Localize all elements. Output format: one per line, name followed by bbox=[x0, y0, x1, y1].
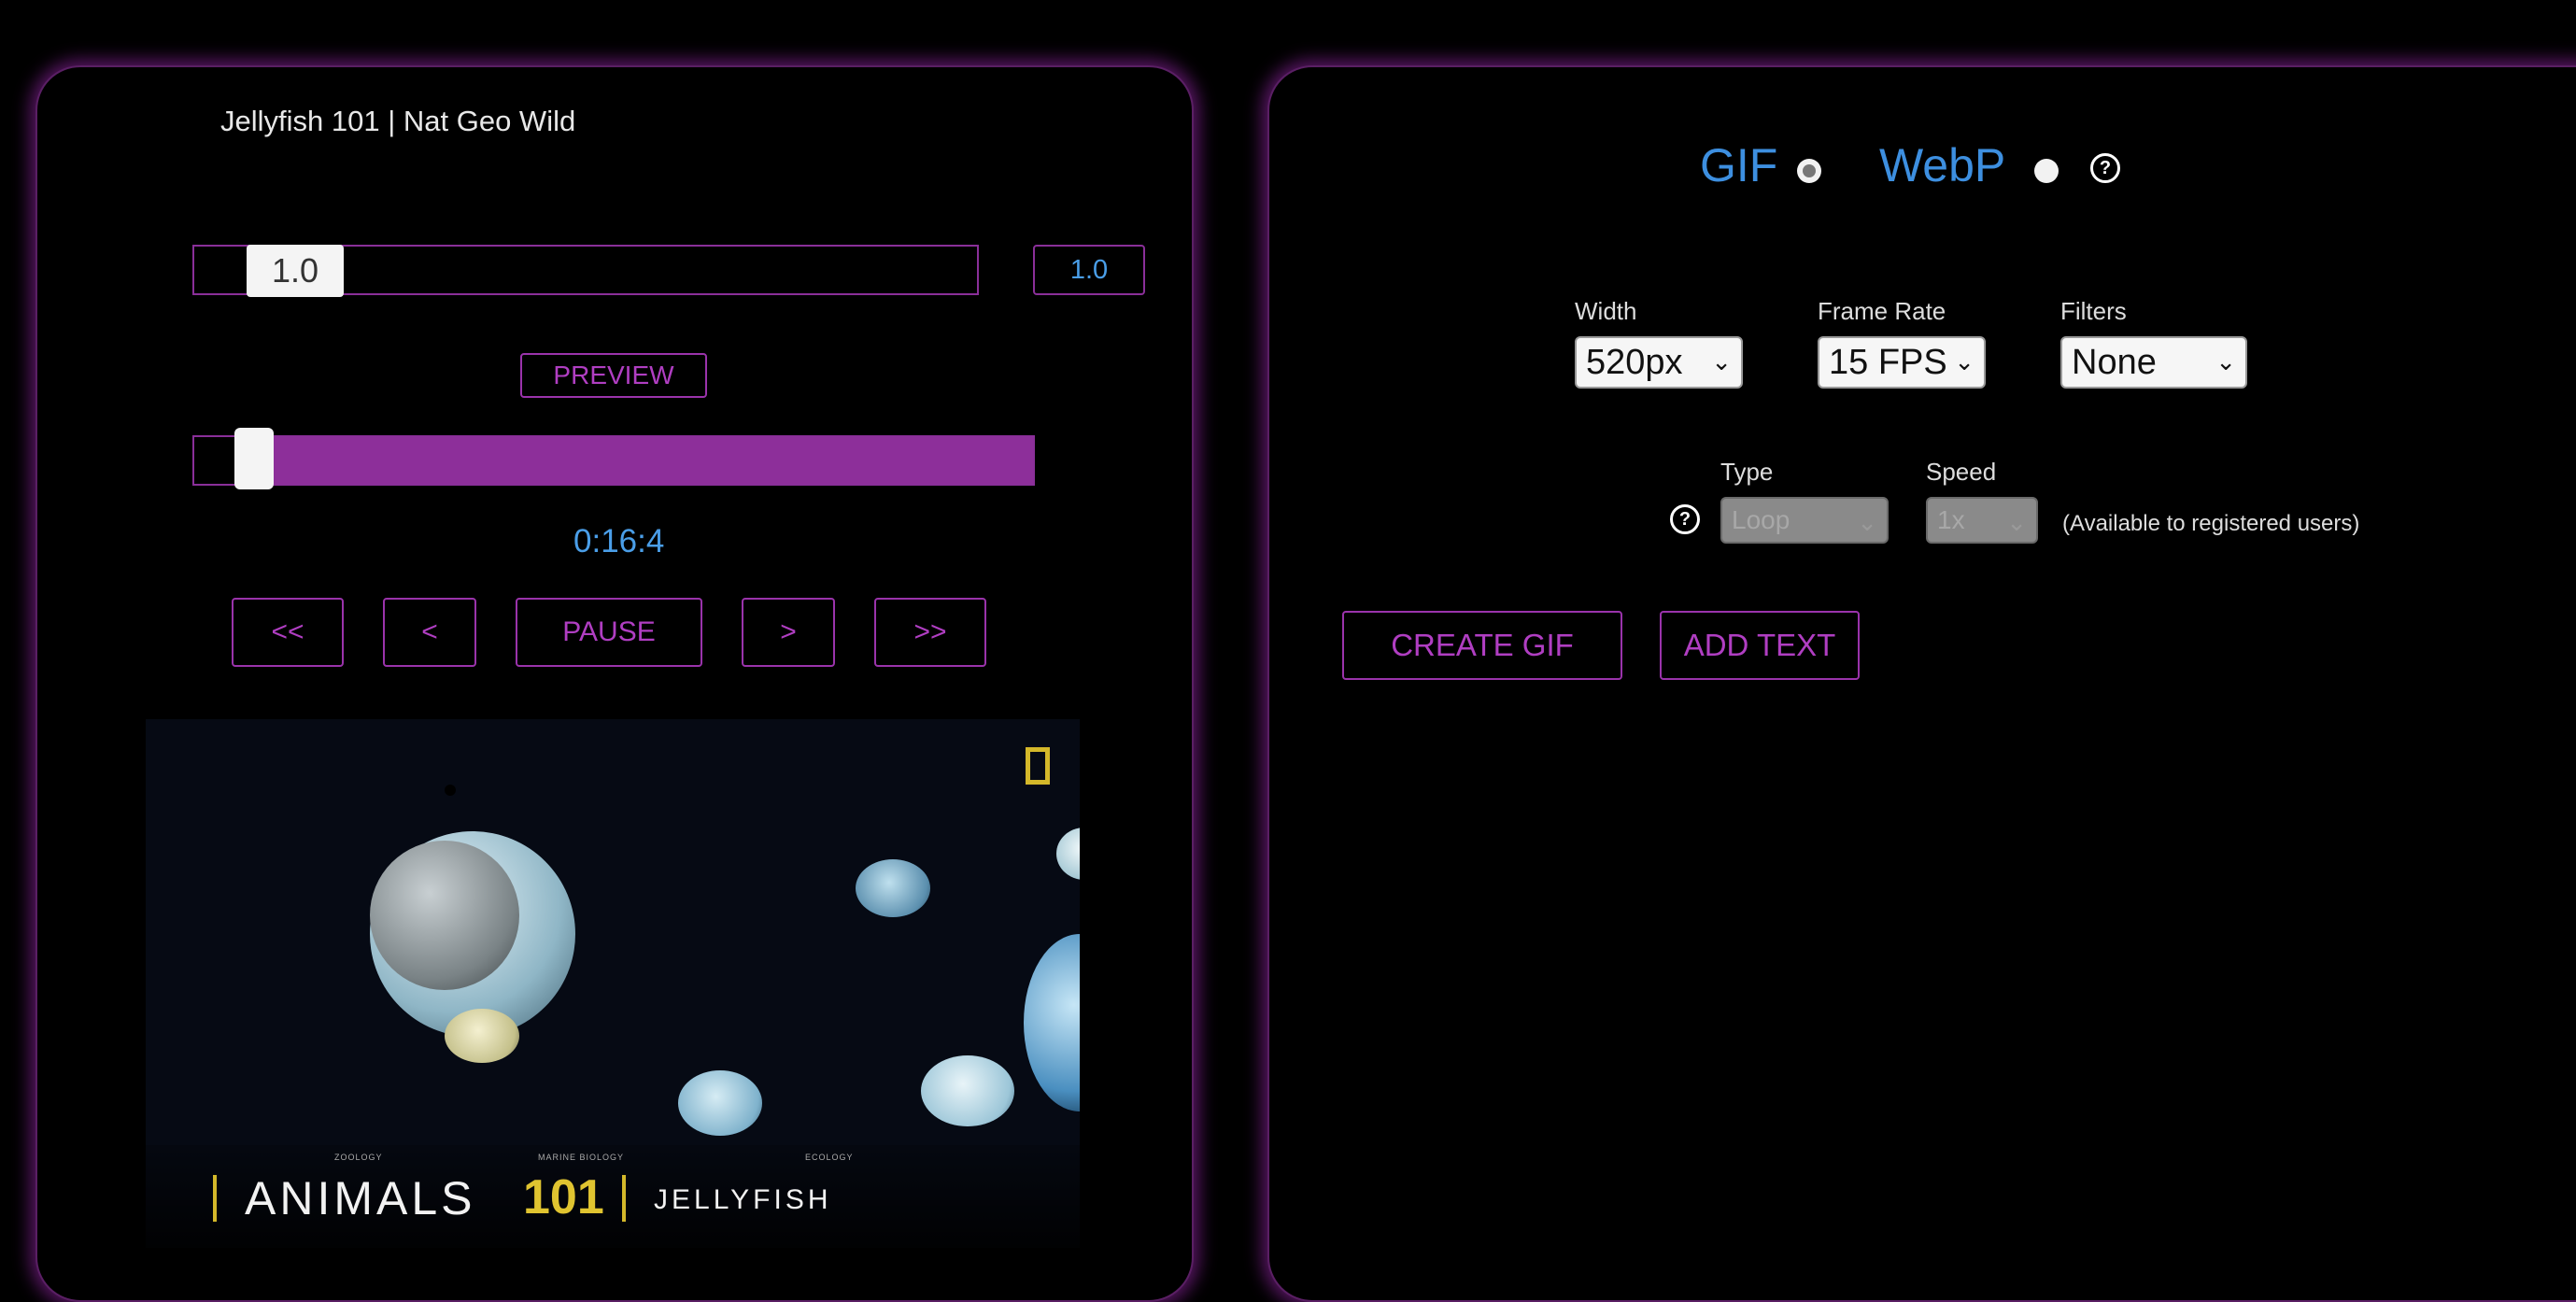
availability-note: (Available to registered users) bbox=[2062, 511, 2360, 536]
fast-forward-button[interactable]: >> bbox=[874, 598, 986, 667]
caption-bar: ZOOLOGY MARINE BIOLOGY ECOLOGY ANIMALS 1… bbox=[146, 1145, 1080, 1248]
chevron-down-icon: ⌄ bbox=[1954, 347, 1974, 375]
frame-rate-select-value: 15 FPS bbox=[1829, 342, 1947, 382]
rewind-button[interactable]: << bbox=[232, 598, 344, 667]
width-select[interactable]: 520px ⌄ bbox=[1575, 336, 1743, 389]
jellyfish-shape bbox=[370, 841, 519, 990]
speed-slider-thumb[interactable]: 1.0 bbox=[247, 245, 344, 297]
type-select[interactable]: Loop ⌄ bbox=[1720, 497, 1889, 544]
pause-button[interactable]: PAUSE bbox=[516, 598, 702, 667]
frame-rate-label: Frame Rate bbox=[1818, 297, 1946, 325]
filters-label: Filters bbox=[2060, 297, 2127, 325]
jellyfish-shape bbox=[445, 785, 456, 796]
jellyfish-shape bbox=[856, 859, 930, 917]
chevron-down-icon: ⌄ bbox=[2215, 347, 2236, 375]
video-title: Jellyfish 101 | Nat Geo Wild bbox=[220, 105, 576, 137]
speed-value-input[interactable]: 1.0 bbox=[1033, 245, 1145, 295]
nat-geo-logo-icon bbox=[1026, 747, 1050, 785]
gif-format-label[interactable]: GIF bbox=[1700, 138, 1777, 192]
preview-button[interactable]: PREVIEW bbox=[520, 353, 707, 398]
jellyfish-shape bbox=[1056, 828, 1080, 880]
jellyfish-shape bbox=[921, 1055, 1014, 1126]
width-select-value: 520px bbox=[1586, 342, 1683, 382]
caption-title: ANIMALS bbox=[245, 1172, 476, 1224]
frame-rate-select[interactable]: 15 FPS ⌄ bbox=[1818, 336, 1986, 389]
type-label: Type bbox=[1720, 458, 1774, 486]
caption-number: 101 bbox=[523, 1170, 604, 1224]
step-forward-button[interactable]: > bbox=[742, 598, 835, 667]
chevron-down-icon: ⌄ bbox=[2006, 508, 2027, 536]
add-text-button[interactable]: ADD TEXT bbox=[1660, 611, 1860, 680]
caption-divider bbox=[213, 1175, 217, 1222]
caption-tag: ZOOLOGY bbox=[334, 1153, 383, 1162]
step-back-button[interactable]: < bbox=[383, 598, 476, 667]
webp-format-label[interactable]: WebP bbox=[1879, 138, 2005, 192]
speed-select-value: 1x bbox=[1937, 505, 1965, 534]
gif-radio[interactable] bbox=[1797, 159, 1821, 183]
speed-select[interactable]: 1x ⌄ bbox=[1926, 497, 2038, 544]
jellyfish-shape bbox=[678, 1070, 762, 1136]
caption-subject: JELLYFISH bbox=[654, 1184, 832, 1215]
filters-select-value: None bbox=[2072, 342, 2157, 382]
width-label: Width bbox=[1575, 297, 1637, 325]
timeline-slider-fill bbox=[268, 437, 1033, 484]
registered-help-icon[interactable]: ? bbox=[1670, 504, 1700, 534]
filters-select[interactable]: None ⌄ bbox=[2060, 336, 2247, 389]
chevron-down-icon: ⌄ bbox=[1711, 347, 1732, 375]
time-display: 0:16:4 bbox=[573, 523, 665, 559]
caption-divider bbox=[622, 1175, 626, 1222]
jellyfish-shape bbox=[1024, 934, 1080, 1111]
chevron-down-icon: ⌄ bbox=[1857, 508, 1877, 536]
jellyfish-shape bbox=[445, 1009, 519, 1063]
caption-tag: ECOLOGY bbox=[805, 1153, 854, 1162]
caption-tag: MARINE BIOLOGY bbox=[538, 1153, 625, 1162]
settings-panel bbox=[1267, 65, 2576, 1302]
type-select-value: Loop bbox=[1732, 505, 1790, 534]
timeline-slider-thumb[interactable] bbox=[234, 428, 275, 489]
webp-radio[interactable] bbox=[2034, 159, 2059, 183]
create-gif-button[interactable]: CREATE GIF bbox=[1342, 611, 1622, 680]
video-player[interactable]: ZOOLOGY MARINE BIOLOGY ECOLOGY ANIMALS 1… bbox=[146, 719, 1080, 1248]
format-help-icon[interactable]: ? bbox=[2090, 153, 2120, 183]
speed-label: Speed bbox=[1926, 458, 1997, 486]
